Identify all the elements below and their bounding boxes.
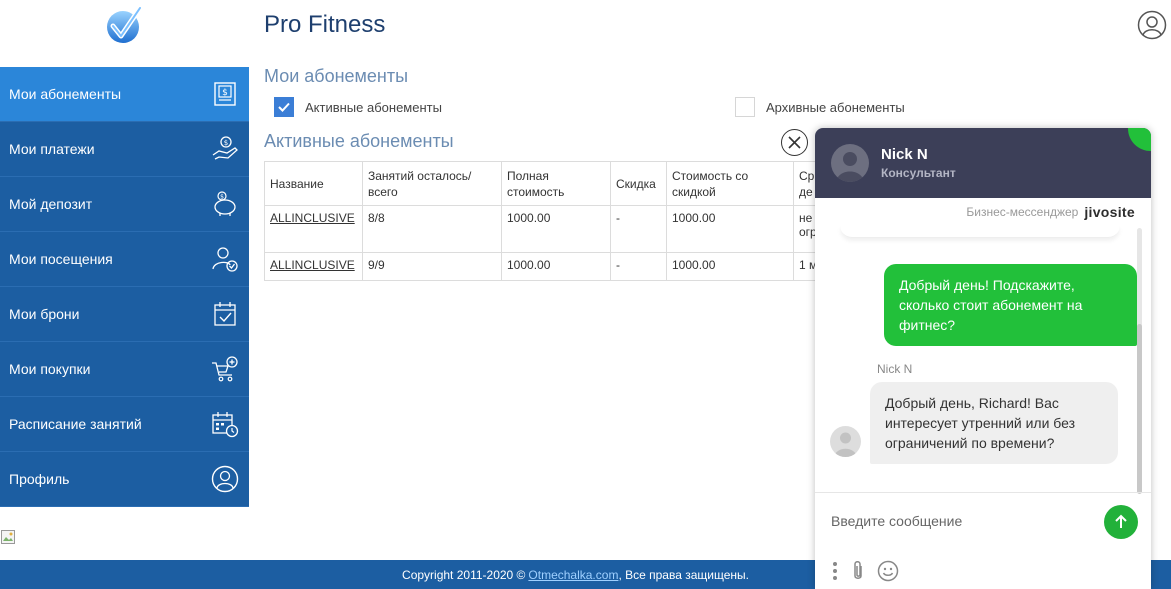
close-icon bbox=[788, 136, 801, 149]
chat-widget: Nick N Консультант Бизнес-мессенджер jiv… bbox=[815, 128, 1151, 589]
user-account-icon[interactable] bbox=[1137, 10, 1167, 40]
chat-messages: Добрый день! Подскажите, сколько стоит а… bbox=[815, 226, 1151, 494]
subscriptions-table: Название Занятий осталось/ всего Полная … bbox=[264, 161, 824, 281]
scrollbar-thumb[interactable] bbox=[1137, 324, 1142, 494]
calendar-check-icon bbox=[214, 302, 236, 326]
chat-scrollbar[interactable] bbox=[1137, 228, 1142, 494]
subscription-link[interactable]: ALLINCLUSIVE bbox=[270, 211, 355, 225]
calendar-clock-icon bbox=[212, 412, 239, 438]
table-row: ALLINCLUSIVE 8/8 1000.00 - 1000.00 не ог… bbox=[264, 205, 824, 253]
active-subscriptions-label: Активные абонементы bbox=[305, 99, 442, 115]
archive-subscriptions-checkbox[interactable] bbox=[735, 97, 755, 117]
chat-composer bbox=[815, 492, 1151, 589]
active-subscriptions-checkbox[interactable] bbox=[274, 97, 294, 117]
agent-role: Консультант bbox=[881, 166, 956, 180]
brand-label: Бизнес-мессенджер bbox=[966, 205, 1079, 219]
chat-header: Nick N Консультант bbox=[815, 128, 1151, 198]
sidebar-item-purchases[interactable]: Мои покупки bbox=[0, 342, 249, 397]
arrow-up-icon bbox=[1115, 514, 1127, 528]
table-cell: ALLINCLUSIVE bbox=[264, 205, 363, 253]
agent-message-avatar bbox=[830, 426, 861, 457]
table-cell: 1000.00 bbox=[501, 252, 611, 281]
profile-icon bbox=[211, 465, 239, 493]
table-cell: 9/9 bbox=[362, 252, 502, 281]
piggy-bank-icon: $ bbox=[214, 191, 236, 216]
table-cell: ALLINCLUSIVE bbox=[264, 252, 363, 281]
column-header: Занятий осталось/ всего bbox=[362, 161, 502, 206]
subsection-title: Активные абонементы bbox=[264, 131, 454, 151]
footer-link[interactable]: Otmechalka.com bbox=[528, 568, 618, 582]
chat-brand[interactable]: Бизнес-мессенджер jivosite bbox=[815, 198, 1151, 226]
table-cell: - bbox=[610, 205, 667, 253]
visitor-message: Добрый день! Подскажите, сколько стоит а… bbox=[884, 264, 1137, 346]
receipt-icon: $ bbox=[214, 82, 236, 106]
sidebar-item-deposit[interactable]: Мой депозит $ bbox=[0, 177, 249, 232]
agent-message: Добрый день, Richard! Вас интересует утр… bbox=[870, 382, 1118, 464]
sidebar-item-subscriptions[interactable]: Мои абонементы $ bbox=[0, 67, 249, 122]
app-title: Pro Fitness bbox=[264, 11, 386, 38]
section-title: Мои абонементы bbox=[264, 66, 409, 86]
agent-avatar bbox=[831, 144, 869, 182]
more-options-icon[interactable] bbox=[831, 561, 839, 581]
online-status-indicator bbox=[1128, 128, 1151, 151]
sidebar-item-profile[interactable]: Профиль bbox=[0, 452, 249, 507]
footer-rights: , Все права защищены. bbox=[618, 567, 749, 582]
broken-image-icon bbox=[1, 530, 15, 544]
send-button[interactable] bbox=[1104, 505, 1138, 539]
emoji-icon[interactable] bbox=[877, 560, 899, 582]
archive-subscriptions-label: Архивные абонементы bbox=[766, 99, 905, 115]
column-header: Стоимость со скидкой bbox=[666, 161, 794, 206]
column-header: Полная стоимость bbox=[501, 161, 611, 206]
footer-copyright: Copyright 2011-2020 © bbox=[402, 567, 526, 582]
sidebar-item-bookings[interactable]: Мои брони bbox=[0, 287, 249, 342]
subscription-link[interactable]: ALLINCLUSIVE bbox=[270, 258, 355, 272]
hand-coin-icon: $ bbox=[212, 136, 238, 160]
sidebar-item-payments[interactable]: Мои платежи $ bbox=[0, 122, 249, 177]
sidebar: Мои абонементы $ Мои платежи $ Мой депоз… bbox=[0, 67, 249, 507]
paperclip-icon[interactable] bbox=[851, 560, 865, 582]
checkmark-icon bbox=[278, 102, 290, 112]
user-check-icon bbox=[212, 247, 238, 272]
table-row: ALLINCLUSIVE 9/9 1000.00 - 1000.00 1 м bbox=[264, 252, 824, 281]
brand-logo: jivosite bbox=[1084, 204, 1135, 220]
close-chat-button[interactable] bbox=[781, 129, 808, 156]
message-sender: Nick N bbox=[877, 362, 913, 376]
user-silhouette-icon bbox=[836, 152, 864, 182]
sidebar-item-visits[interactable]: Мои посещения bbox=[0, 232, 249, 287]
message-input[interactable] bbox=[831, 513, 1091, 529]
table-cell: 1000.00 bbox=[501, 205, 611, 253]
active-subscriptions-filter[interactable]: Активные абонементы bbox=[274, 97, 442, 117]
column-header: Скидка bbox=[610, 161, 667, 206]
table-cell: - bbox=[610, 252, 667, 281]
svg-text:$: $ bbox=[220, 194, 224, 201]
chat-tools bbox=[831, 560, 899, 582]
archive-subscriptions-filter[interactable]: Архивные абонементы bbox=[735, 97, 905, 117]
table-cell: 8/8 bbox=[362, 205, 502, 253]
app-logo[interactable] bbox=[106, 5, 143, 45]
table-cell: 1000.00 bbox=[666, 252, 794, 281]
svg-text:$: $ bbox=[224, 139, 228, 147]
sidebar-item-schedule[interactable]: Расписание занятий bbox=[0, 397, 249, 452]
user-silhouette-icon bbox=[834, 432, 857, 457]
cart-plus-icon bbox=[212, 356, 238, 382]
table-header-row: Название Занятий осталось/ всего Полная … bbox=[264, 161, 824, 206]
table-cell: 1000.00 bbox=[666, 205, 794, 253]
column-header: Название bbox=[264, 161, 363, 206]
svg-text:$: $ bbox=[222, 88, 228, 98]
agent-name: Nick N bbox=[881, 146, 928, 163]
